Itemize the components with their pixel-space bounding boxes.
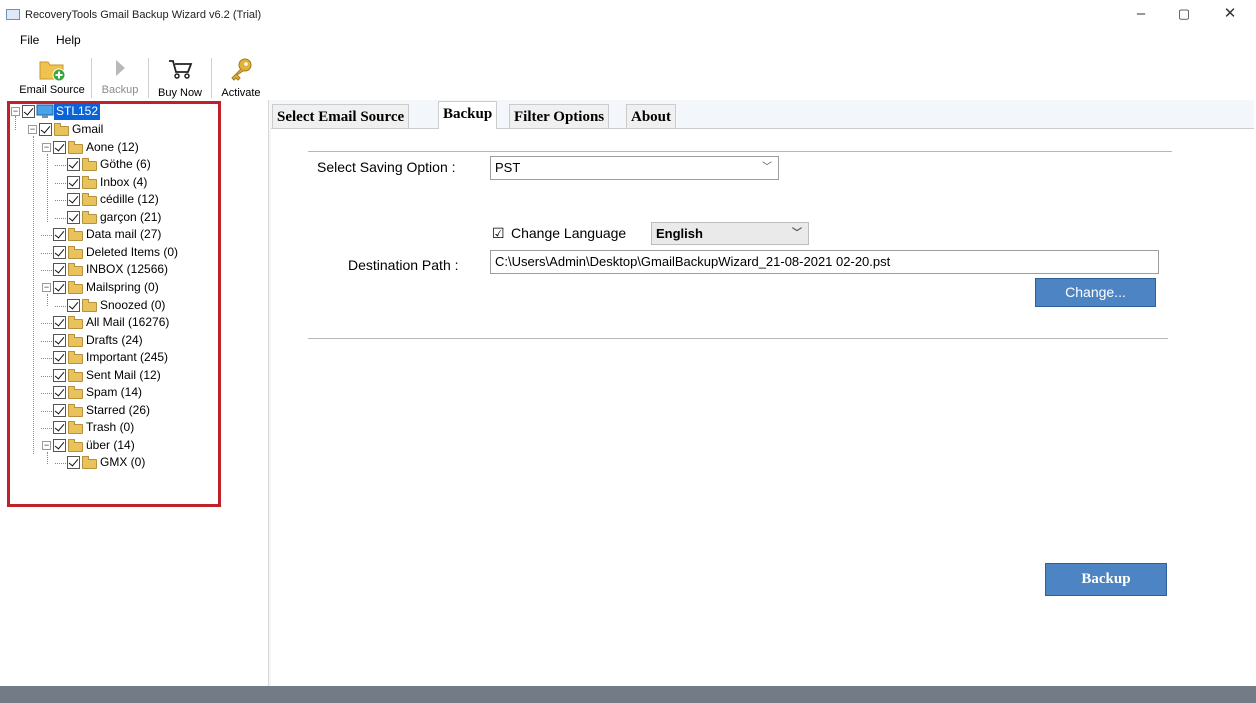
close-button[interactable]: ✕ <box>1215 4 1245 24</box>
chevron-down-icon: ﹀ <box>792 228 802 239</box>
tab-filter-options[interactable]: Filter Options <box>509 104 610 128</box>
language-value: English <box>656 226 703 241</box>
minimize-button[interactable]: – <box>1126 4 1156 24</box>
saving-option-value: PST <box>495 160 521 175</box>
saving-option-label: Select Saving Option : <box>317 159 456 175</box>
status-bar <box>0 686 1256 703</box>
tab-backup[interactable]: Backup <box>438 101 498 129</box>
chevron-down-icon: ﹀ <box>762 162 772 173</box>
backup-tab-content <box>271 128 1254 687</box>
tab-select-email-source[interactable]: Select Email Source <box>272 104 410 128</box>
restore-button[interactable]: ▢ <box>1169 4 1199 24</box>
section-divider <box>308 338 1168 340</box>
change-language-checkbox[interactable]: ☑ <box>492 225 505 242</box>
backup-button[interactable]: Backup <box>1045 563 1167 596</box>
destination-path-input[interactable]: C:\Users\Admin\Desktop\GmailBackupWizard… <box>490 250 1159 274</box>
section-divider <box>308 151 1172 153</box>
destination-path-label: Destination Path : <box>348 257 459 273</box>
tab-about[interactable]: About <box>626 104 677 128</box>
saving-option-select[interactable]: PST ﹀ <box>490 156 779 180</box>
change-language-label: Change Language <box>511 225 627 241</box>
highlight-box <box>7 101 221 507</box>
change-button[interactable]: Change... <box>1035 278 1156 307</box>
language-select[interactable]: English ﹀ <box>651 222 809 245</box>
